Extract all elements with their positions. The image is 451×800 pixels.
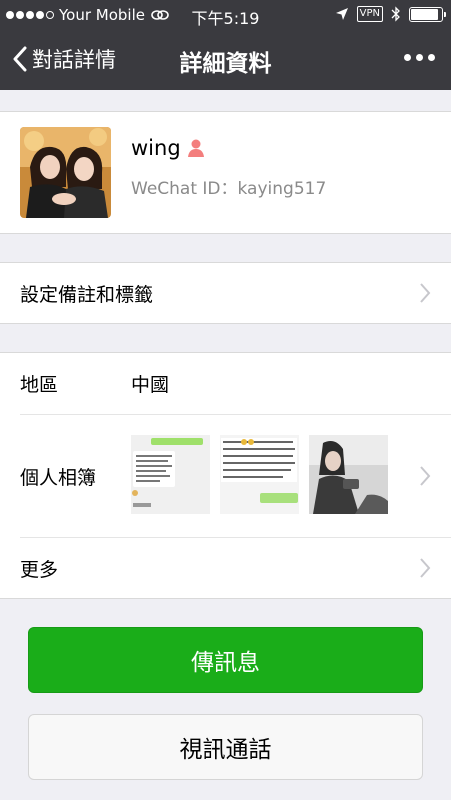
album-thumbnail[interactable] [131,435,210,514]
video-call-button[interactable]: 視訊通話 [28,714,423,780]
set-remark-and-tags-row[interactable]: 設定備註和標籤 [0,262,451,324]
status-bar: Your Mobile 下午5:19 VPN [0,0,451,30]
more-dot-icon [428,54,435,61]
more-dot-icon [416,54,423,61]
video-call-label: 視訊通話 [179,737,272,763]
back-button[interactable]: 對話詳情 [12,44,116,74]
battery-icon [409,6,446,22]
female-gender-icon [187,139,204,157]
profile-name: wing [131,136,181,160]
album-thumbnail[interactable] [220,435,299,514]
info-section: 地區 中國 個人相簿 更多 [0,352,451,599]
more-label: 更多 [20,558,59,581]
send-message-button[interactable]: 傳訊息 [28,627,423,693]
chevron-right-icon [420,466,431,486]
region-row: 地區 中國 [0,353,451,414]
battery-level [411,8,438,20]
more-dot-icon [404,54,411,61]
status-bar-right: VPN [335,6,446,22]
back-label: 對話詳情 [32,48,116,72]
personal-album-row[interactable]: 個人相簿 [0,415,451,537]
region-value: 中國 [131,374,170,396]
location-arrow-icon [335,8,348,20]
more-row[interactable]: 更多 [0,538,451,598]
avatar[interactable] [20,127,111,218]
bluetooth-icon [391,6,400,22]
remark-label: 設定備註和標籤 [20,283,154,306]
name-row: wing [131,136,206,160]
chevron-right-icon [420,283,431,303]
album-thumbnail[interactable] [309,435,388,514]
profile-card[interactable]: wing WeChat ID：kaying517 [0,111,451,234]
chevron-left-icon [13,46,27,72]
send-message-label: 傳訊息 [191,650,260,676]
chevron-right-icon [420,558,431,578]
wechat-id: WeChat ID：kaying517 [131,179,327,199]
vpn-badge: VPN [356,6,383,22]
region-label: 地區 [20,374,59,396]
more-options-button[interactable] [404,54,435,61]
navigation-bar: 對話詳情 詳細資料 [0,30,451,90]
album-label: 個人相簿 [20,466,97,489]
row-content: 設定備註和標籤 [0,263,451,323]
